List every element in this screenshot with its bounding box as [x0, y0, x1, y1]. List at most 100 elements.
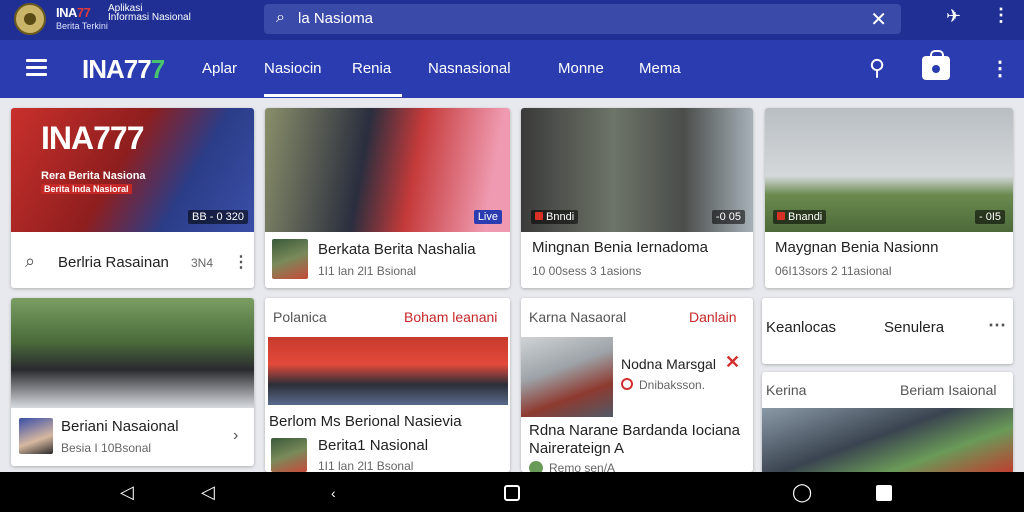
news-card[interactable]: Live Berkata Berita Nashalia 1I1 lan 2l1… — [265, 108, 510, 288]
menu-icon[interactable] — [26, 59, 47, 77]
chat-bubble-icon[interactable]: ◯ — [792, 482, 812, 503]
tab-mema[interactable]: Mema — [639, 60, 681, 77]
overview-icon[interactable] — [876, 485, 892, 501]
back-icon[interactable]: ◁ — [201, 482, 215, 503]
more-vertical-icon[interactable]: ⋮ — [233, 252, 249, 272]
main-navigation: INA777 Aplar Nasiocin Renia Nasnasional … — [0, 40, 1024, 98]
card-header-left: Polanica — [273, 309, 327, 325]
card-header-left: Kerina — [766, 382, 807, 398]
card-header-left: Karna Nasaoral — [529, 309, 627, 325]
tab-nasnasional[interactable]: Nasnasional — [428, 60, 511, 77]
search-icon: ⌕ — [276, 9, 285, 26]
source-chip: Bnandi — [773, 210, 827, 224]
source-icon — [529, 461, 543, 472]
card-title[interactable]: Berlom Ms Berional Nasievia — [269, 413, 462, 430]
brand-accent: 77 — [76, 5, 91, 20]
topic-card[interactable]: Keanlocas Senulera ⋯ — [762, 298, 1013, 364]
news-card[interactable]: Bnndi -0 05 Mingnan Benia Iernadoma 10 0… — [521, 108, 753, 288]
card-meta: 1I1 lan 2l1 Bsional — [318, 264, 417, 278]
more-vertical-icon[interactable]: ⋮ — [992, 5, 1010, 26]
news-photo[interactable] — [762, 408, 1013, 474]
card-meta: 3N4 — [191, 256, 214, 270]
news-photo[interactable]: Bnandi - 0I5 — [765, 108, 1013, 232]
recents-icon[interactable] — [504, 485, 520, 501]
overlay-caption: Rera Berita Nasiona — [41, 170, 146, 182]
time-chip: -0 05 — [711, 210, 745, 224]
pin-icon[interactable]: ✈ — [946, 6, 961, 27]
card-search-text[interactable]: Berlria Rasainan — [58, 254, 169, 271]
news-photo[interactable] — [268, 337, 508, 405]
source-chip: Bnndi — [531, 210, 579, 224]
news-photo[interactable]: Bnndi -0 05 — [521, 108, 753, 232]
tab-renia[interactable]: Renia — [352, 60, 391, 77]
back-icon[interactable]: ◁ — [120, 482, 134, 503]
tab-aplar[interactable]: Aplar — [202, 60, 237, 77]
search-icon[interactable]: ⚲ — [869, 55, 885, 81]
alert-icon — [621, 378, 633, 390]
card-title[interactable]: Maygnan Benia Nasionn — [775, 239, 938, 256]
news-card[interactable]: Polanica Boham leanani Berlom Ms Beriona… — [265, 298, 510, 472]
time-chip: - 0I5 — [974, 210, 1005, 224]
live-chip: Live — [473, 210, 502, 224]
card-header-right[interactable]: Boham leanani — [404, 309, 497, 325]
brand-text: INA — [56, 5, 77, 20]
news-photo[interactable] — [521, 337, 613, 417]
top-app-bar: INA77 Aplikasi Informasi Nasional Berita… — [0, 0, 1024, 40]
more-vertical-icon[interactable]: ⋮ — [990, 56, 1010, 81]
brand-name: INA77 — [56, 5, 91, 20]
card-meta: 10 00sess 3 1asions — [532, 264, 642, 278]
topic-left[interactable]: Keanlocas — [766, 319, 836, 336]
card-side-meta: Dnibaksson. — [639, 378, 706, 392]
card-side-title[interactable]: Nodna Marsgal — [621, 356, 716, 372]
news-card[interactable]: INA777 Rera Berita Nasiona Berita Inda N… — [11, 108, 254, 288]
card-meta: 1I1 lan 2l1 Bsonal — [318, 459, 414, 472]
chevron-left-icon[interactable]: ‹ — [331, 485, 336, 501]
card-header-right[interactable]: Danlain — [689, 309, 736, 325]
shopping-bag-icon[interactable] — [922, 50, 950, 80]
more-horizontal-icon[interactable]: ⋯ — [988, 315, 1006, 336]
tab-monne[interactable]: Monne — [558, 60, 604, 77]
card-title-line-1[interactable]: Rdna Narane Bardanda Iociana — [529, 422, 740, 439]
search-bar[interactable]: ⌕ la Nasioma ✕ — [264, 4, 901, 34]
card-title-line-2[interactable]: Nairerateign A — [529, 440, 624, 457]
source-chip-text: Bnandi — [788, 211, 823, 223]
close-icon[interactable]: ✕ — [870, 7, 887, 32]
news-card[interactable]: Kerina Beriam Isaional — [762, 372, 1013, 474]
nav-logo[interactable]: INA777 — [82, 54, 166, 85]
news-thumbnail — [272, 239, 308, 279]
overlay-title: INA777 — [41, 120, 144, 156]
news-card[interactable]: Beriani Nasaional Besia I 10Bsonal › — [11, 298, 254, 466]
card-meta: 06I13sors 2 11asional — [775, 264, 892, 278]
news-thumbnail — [271, 438, 307, 472]
brand-line-3: Berita Terkini — [56, 21, 108, 31]
overlay-sub: Berita Inda Nasioral — [41, 184, 132, 194]
avatar — [19, 418, 53, 454]
news-card[interactable]: Bnandi - 0I5 Maygnan Benia Nasionn 06I13… — [765, 108, 1013, 288]
system-navigation-bar: ◁ ◁ ‹ ◯ — [0, 472, 1024, 512]
news-photo[interactable]: Live — [265, 108, 510, 232]
emblem-logo — [14, 3, 46, 35]
search-input[interactable]: la Nasioma — [298, 10, 373, 27]
brand-line-2: Informasi Nasional — [108, 12, 191, 23]
card-title[interactable]: Beriani Nasaional — [61, 418, 179, 435]
source-chip-text: Bnndi — [546, 211, 575, 223]
card-title[interactable]: Mingnan Benia Iernadoma — [532, 239, 708, 256]
red-dot-icon — [535, 212, 543, 220]
news-card[interactable]: Karna Nasaoral Danlain Nodna Marsgal ✕ D… — [521, 298, 753, 472]
card-header-right[interactable]: Beriam Isaional — [900, 382, 997, 398]
card-meta: Besia I 10Bsonal — [61, 441, 152, 455]
nav-logo-accent: 7 — [150, 54, 166, 84]
red-dot-icon — [777, 212, 785, 220]
card-title[interactable]: Berkata Berita Nashalia — [318, 241, 476, 258]
topic-right[interactable]: Senulera — [884, 319, 944, 336]
news-photo[interactable] — [11, 298, 254, 408]
time-chip: BB - 0 320 — [188, 210, 248, 224]
card-meta: Remo sen/A — [549, 461, 616, 472]
card-subtitle[interactable]: Berita1 Nasional — [318, 437, 428, 454]
nav-logo-text: INA77 — [82, 54, 152, 84]
active-tab-indicator — [264, 94, 402, 97]
news-photo[interactable]: INA777 Rera Berita Nasiona Berita Inda N… — [11, 108, 254, 232]
tab-nasiocin[interactable]: Nasiocin — [264, 60, 322, 77]
chevron-right-icon[interactable]: › — [233, 427, 238, 445]
close-icon[interactable]: ✕ — [725, 352, 740, 373]
